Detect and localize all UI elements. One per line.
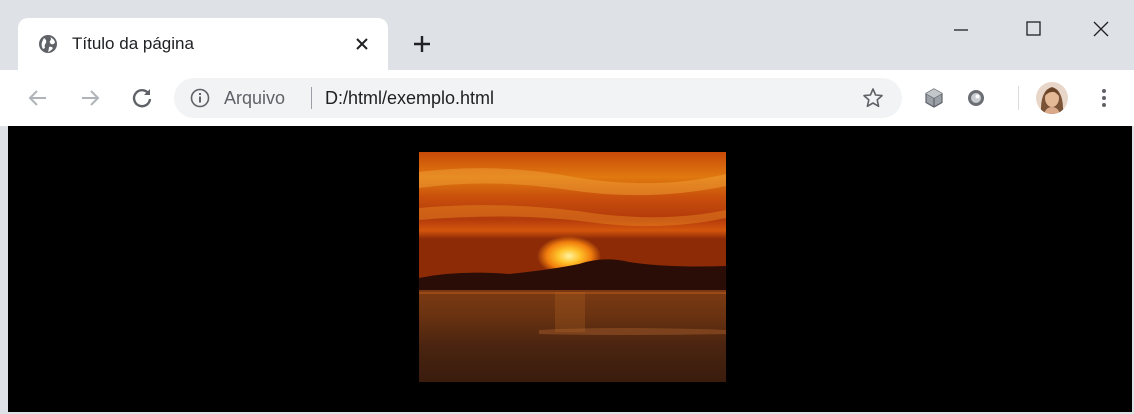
profile-photo	[1036, 82, 1068, 114]
url-text[interactable]: D:/html/exemplo.html	[325, 88, 494, 108]
tab-strip: Título da página	[0, 0, 1134, 70]
browser-toolbar: Arquivo D:/html/exemplo.html	[0, 70, 1134, 126]
sunset-image	[419, 152, 726, 382]
more-vert-icon[interactable]	[1092, 86, 1116, 110]
circle-extension-icon[interactable]	[964, 86, 988, 110]
browser-window: Título da página Arquivo D:/html/exemplo…	[0, 0, 1134, 414]
toolbar-separator	[1018, 86, 1019, 110]
forward-arrow-icon[interactable]	[76, 84, 104, 112]
browser-tab[interactable]: Título da página	[18, 18, 388, 70]
maximize-icon[interactable]	[1010, 12, 1056, 46]
page-content	[8, 126, 1132, 412]
new-tab-icon[interactable]	[410, 32, 434, 56]
globe-icon	[39, 35, 57, 53]
close-tab-icon[interactable]	[352, 34, 372, 54]
address-bar[interactable]: Arquivo D:/html/exemplo.html	[174, 78, 902, 118]
cube-extension-icon[interactable]	[922, 86, 946, 110]
reload-icon[interactable]	[128, 84, 156, 112]
address-separator	[311, 87, 312, 109]
star-icon[interactable]	[862, 87, 884, 109]
info-icon[interactable]	[190, 88, 210, 108]
security-label[interactable]: Arquivo	[224, 88, 285, 108]
close-window-icon[interactable]	[1078, 12, 1124, 46]
minimize-icon[interactable]	[938, 12, 984, 46]
tab-title: Título da página	[72, 34, 194, 53]
back-arrow-icon[interactable]	[24, 84, 52, 112]
avatar[interactable]	[1036, 82, 1068, 114]
